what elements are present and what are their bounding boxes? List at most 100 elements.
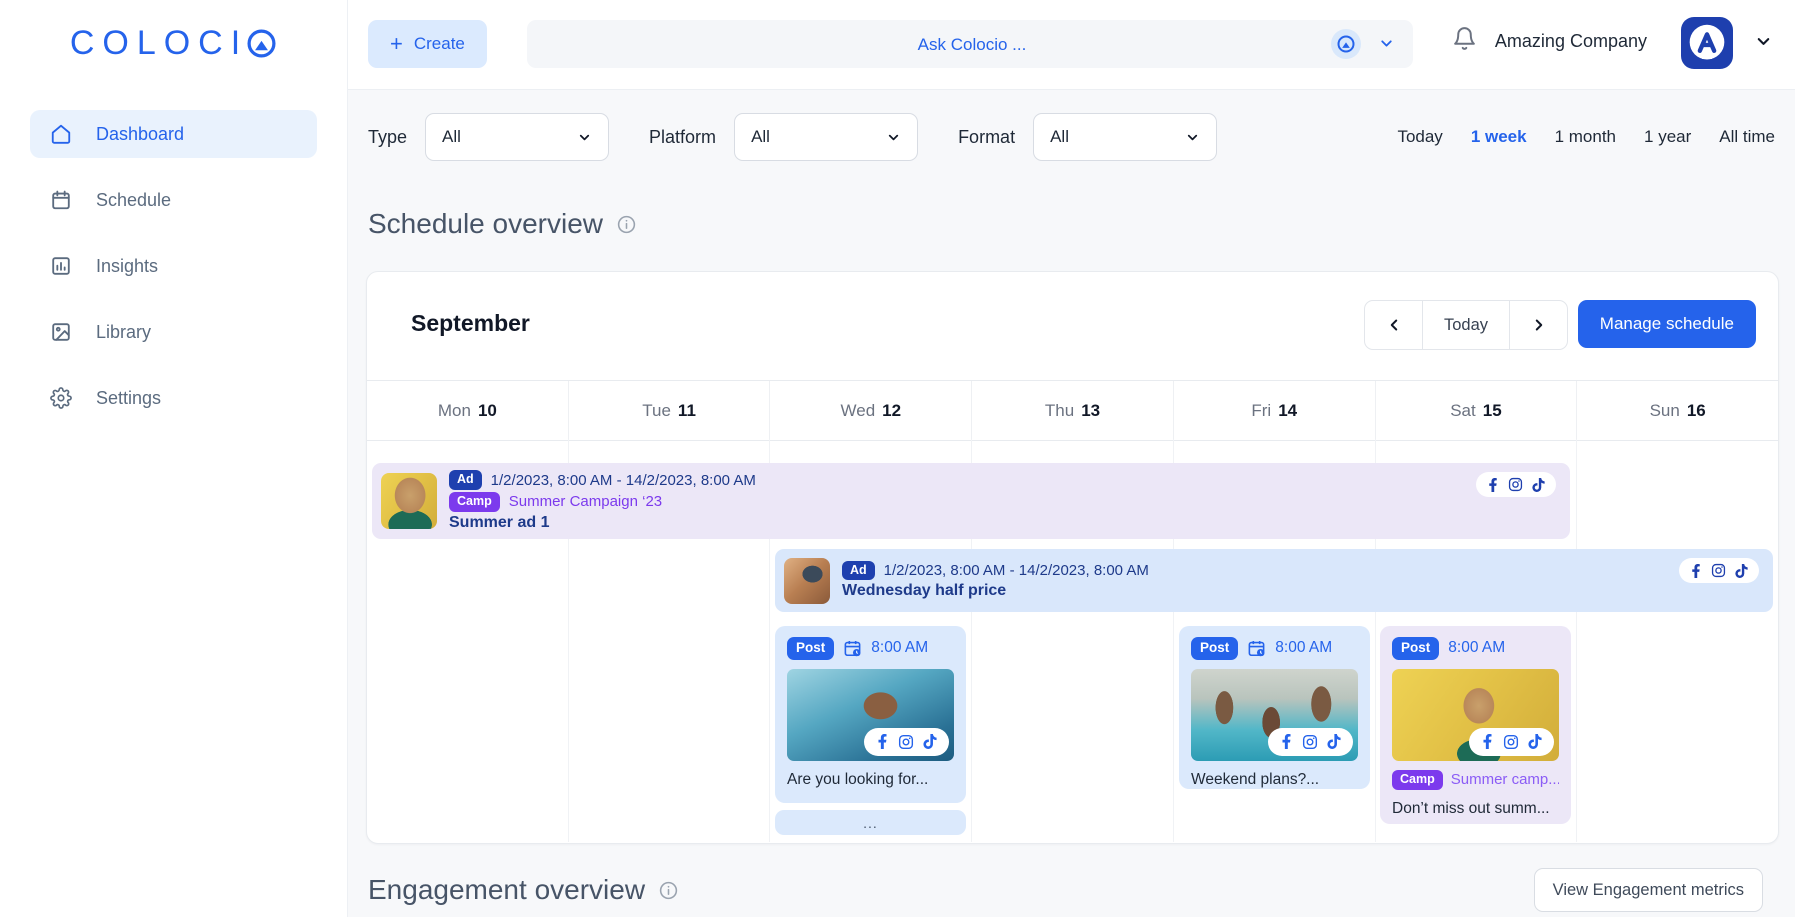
image-icon (50, 321, 72, 343)
chevron-right-icon (1530, 316, 1548, 334)
platform-icons-pill (1469, 728, 1554, 756)
main-content: Type All Platform All Format All Today 1… (348, 89, 1795, 917)
platform-filter-label: Platform (649, 127, 716, 148)
calendar-next-button[interactable] (1510, 301, 1567, 349)
format-filter-value: All (1050, 127, 1069, 147)
event-title: Wednesday half price (842, 582, 1006, 600)
day-header-sun: Sun16 (1576, 381, 1778, 440)
engagement-overview-section: Engagement overview View Engagement metr… (368, 868, 1763, 912)
engagement-overview-title: Engagement overview (368, 874, 645, 906)
chevron-down-icon (1185, 130, 1200, 145)
ask-colocio-search (527, 20, 1413, 68)
info-icon[interactable] (658, 880, 679, 901)
type-filter-value: All (442, 127, 461, 147)
instagram-icon (1508, 477, 1523, 492)
calendar-month-label: September (411, 310, 530, 337)
schedule-overview-title: Schedule overview (368, 208, 603, 240)
range-1-month[interactable]: 1 month (1555, 127, 1616, 147)
facebook-icon (1690, 564, 1702, 578)
bar-chart-icon (50, 255, 72, 277)
calendar-day-header-row: Mon10 Tue11 Wed12 Thu13 Fri14 Sat15 Sun1… (367, 380, 1778, 441)
facebook-icon (1487, 478, 1499, 492)
ad-event-summer-ad-1[interactable]: Ad 1/2/2023, 8:00 AM - 14/2/2023, 8:00 A… (372, 463, 1570, 539)
type-filter-select[interactable]: All (425, 113, 609, 161)
instagram-icon (898, 734, 914, 750)
day-header-mon: Mon10 (367, 381, 568, 440)
create-button[interactable]: + Create (368, 20, 487, 68)
chevron-down-icon[interactable] (1378, 35, 1395, 52)
brand-logo: COLOCI (0, 24, 347, 63)
facebook-icon (1280, 734, 1293, 749)
company-name[interactable]: Amazing Company (1495, 31, 1647, 52)
notifications-bell-icon[interactable] (1452, 26, 1477, 51)
tiktok-icon (1532, 478, 1545, 492)
post-card-wednesday[interactable]: Post 8:00 AM Are you looking for... (775, 626, 966, 803)
brand-logo-text: COLOCI (70, 24, 248, 63)
colocio-mark-icon (246, 28, 277, 59)
day-header-wed: Wed12 (769, 381, 971, 440)
sidebar-item-library[interactable]: Library (30, 308, 317, 356)
platform-icons-pill (1476, 472, 1556, 497)
range-today[interactable]: Today (1397, 127, 1442, 147)
ad-badge: Ad (842, 561, 875, 581)
event-date-range: 1/2/2023, 8:00 AM - 14/2/2023, 8:00 AM (491, 472, 756, 489)
post-badge: Post (787, 637, 834, 660)
tiktok-icon (923, 734, 937, 749)
colocio-assistant-icon[interactable] (1331, 29, 1361, 59)
tiktok-icon (1528, 734, 1542, 749)
platform-icons-pill (1679, 558, 1759, 583)
post-badge: Post (1191, 637, 1238, 660)
calendar-icon (50, 189, 72, 211)
platform-filter-select[interactable]: All (734, 113, 918, 161)
info-icon[interactable] (616, 214, 637, 235)
post-time: 8:00 AM (1275, 639, 1332, 657)
post-time: 8:00 AM (1448, 639, 1505, 657)
facebook-icon (876, 734, 889, 749)
platform-icons-pill (864, 728, 949, 756)
post-image (1191, 669, 1358, 761)
more-posts-pill[interactable]: ... (775, 810, 966, 835)
calendar-today-button[interactable]: Today (1422, 301, 1510, 349)
calendar-clock-icon (843, 639, 862, 658)
plus-icon: + (390, 33, 403, 55)
ad-event-wednesday-half-price[interactable]: Ad 1/2/2023, 8:00 AM - 14/2/2023, 8:00 A… (775, 549, 1773, 612)
sidebar-item-settings[interactable]: Settings (30, 374, 317, 422)
post-card-saturday[interactable]: Post 8:00 AM Camp Summer camp... Don’t m… (1380, 626, 1571, 824)
event-thumbnail (784, 558, 830, 604)
schedule-overview-heading: Schedule overview (368, 208, 637, 240)
range-1-week[interactable]: 1 week (1471, 127, 1527, 147)
chevron-down-icon (577, 130, 592, 145)
event-thumbnail (381, 473, 437, 529)
range-1-year[interactable]: 1 year (1644, 127, 1691, 147)
calendar-column[interactable] (1576, 439, 1778, 842)
sidebar-item-dashboard[interactable]: Dashboard (30, 110, 317, 158)
chevron-left-icon (1385, 316, 1403, 334)
ask-colocio-input[interactable] (527, 20, 1417, 70)
platform-icons-pill (1268, 728, 1353, 756)
post-card-friday[interactable]: Post 8:00 AM Weekend plans?... (1179, 626, 1370, 789)
time-range-tabs: Today 1 week 1 month 1 year All time (1397, 127, 1775, 147)
chevron-down-icon (886, 130, 901, 145)
tiktok-icon (1735, 564, 1748, 578)
campaign-badge: Camp (449, 492, 500, 512)
sidebar-item-insights[interactable]: Insights (30, 242, 317, 290)
range-all-time[interactable]: All time (1719, 127, 1775, 147)
campaign-badge: Camp (1392, 770, 1443, 790)
post-time: 8:00 AM (871, 639, 928, 657)
calendar-clock-icon (1247, 639, 1266, 658)
instagram-icon (1503, 734, 1519, 750)
company-avatar[interactable] (1681, 17, 1733, 69)
day-header-tue: Tue11 (568, 381, 770, 440)
engagement-overview-heading: Engagement overview (368, 874, 679, 906)
format-filter-select[interactable]: All (1033, 113, 1217, 161)
day-header-sat: Sat15 (1375, 381, 1577, 440)
day-header-thu: Thu13 (971, 381, 1173, 440)
view-engagement-metrics-button[interactable]: View Engagement metrics (1534, 868, 1763, 912)
account-chevron-down-icon[interactable] (1754, 32, 1773, 51)
sidebar-item-label: Insights (96, 256, 158, 277)
post-caption: Don’t miss out summ... (1392, 800, 1559, 818)
manage-schedule-button[interactable]: Manage schedule (1578, 300, 1756, 348)
sidebar-item-schedule[interactable]: Schedule (30, 176, 317, 224)
calendar-prev-button[interactable] (1365, 301, 1422, 349)
day-header-fri: Fri14 (1173, 381, 1375, 440)
